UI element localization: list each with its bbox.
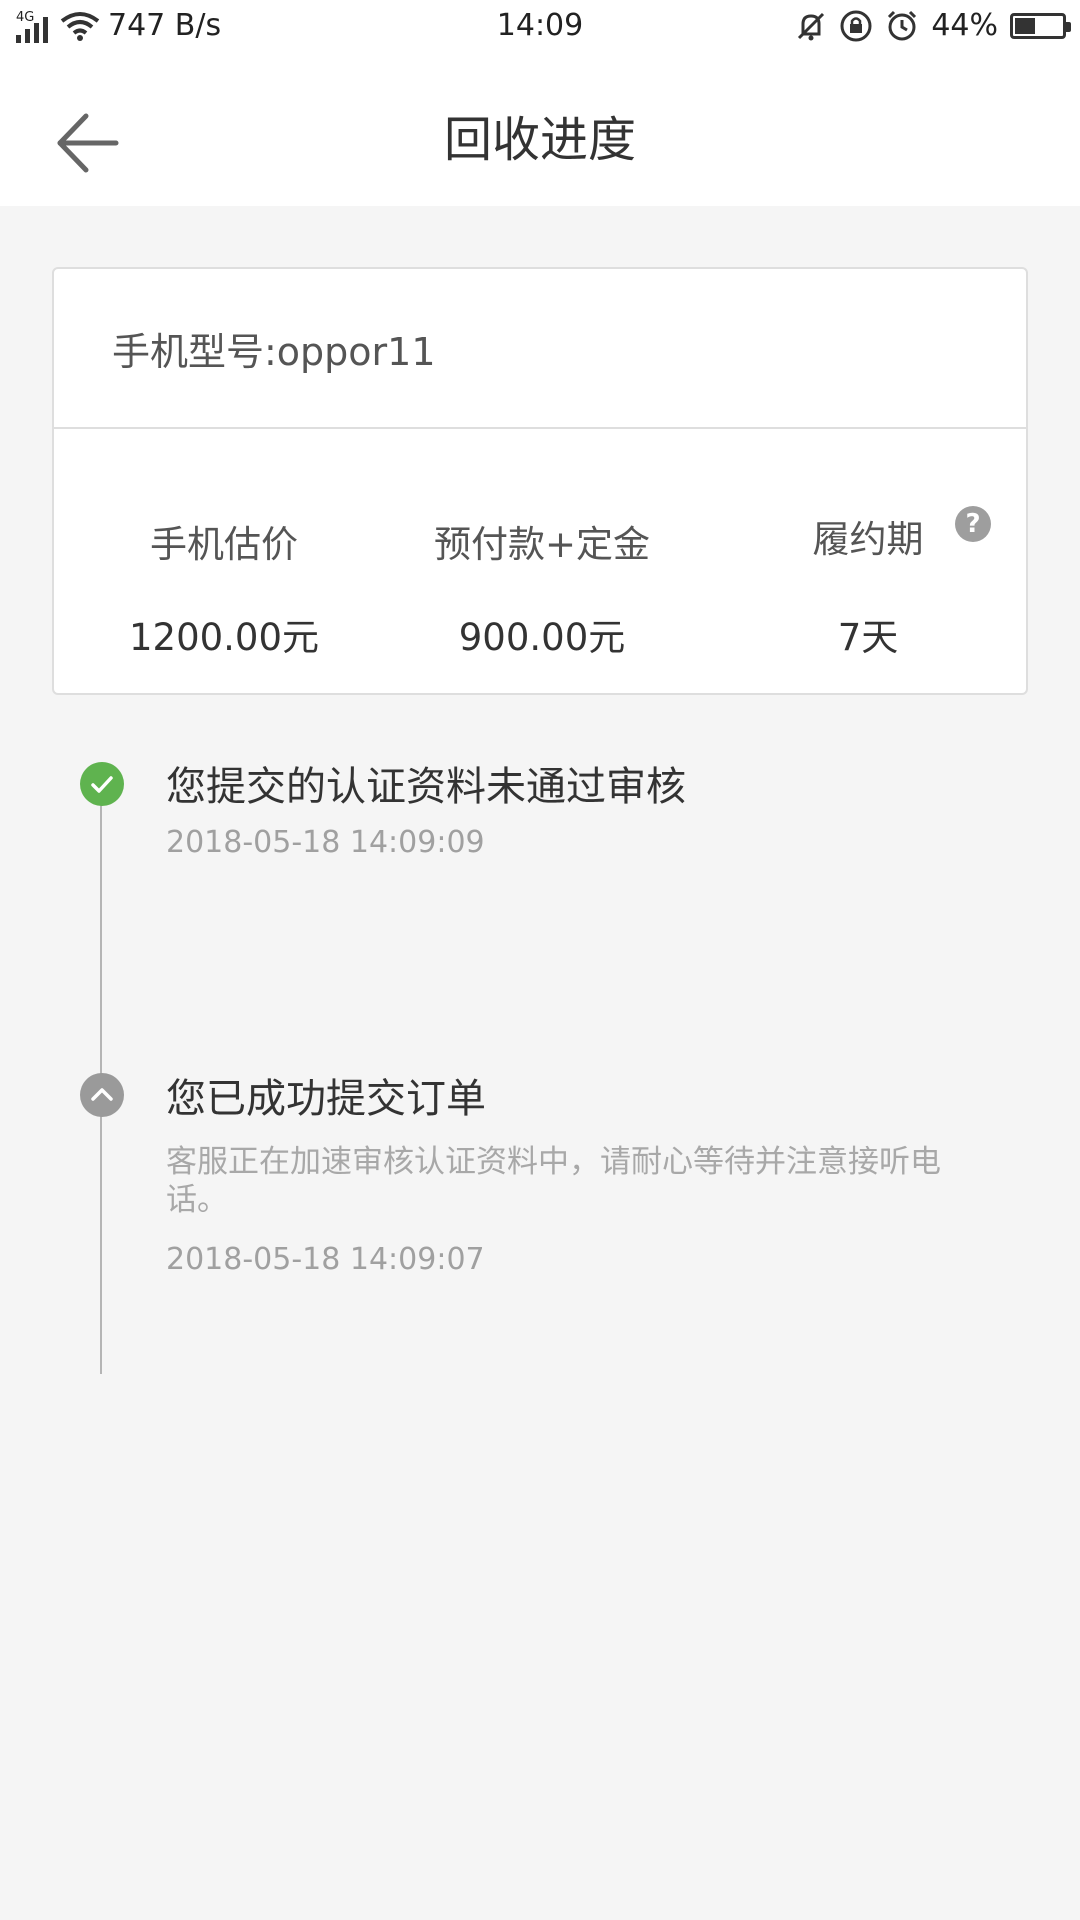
status-bar: 4G 747 B/s 14:09 44% [0,0,1080,56]
summary-card: 手机型号:oppor11 手机估价 1200.00元 预付款+定金 900.00… [52,267,1028,695]
nav-bar: 回收进度 [0,56,1080,206]
battery-level [1015,17,1035,34]
timeline-title: 您已成功提交订单 [166,1076,486,1122]
timeline-time: 2018-05-18 14:09:09 [166,825,485,860]
stat-value: 1200.00元 [128,616,319,659]
status-dot-collapse[interactable] [80,1073,124,1117]
stat-label: 预付款+定金 [433,523,650,566]
status-dot-success [80,762,124,806]
timeline-time: 2018-05-18 14:09:07 [166,1242,485,1277]
timeline-title: 您提交的认证资料未通过审核 [166,764,686,810]
battery-percent: 44% [931,8,998,43]
bell-muted-icon [798,12,825,40]
page-title: 回收进度 [443,112,636,168]
stats-row: 手机估价 1200.00元 预付款+定金 900.00元 履约期 7天 ? [54,429,1026,695]
chevron-up-icon [91,1088,113,1101]
alarm-icon [888,10,917,40]
status-right: 44% [795,8,1071,43]
stat-label: 手机估价 [150,523,298,566]
check-icon [91,776,113,793]
rotation-lock-icon [840,10,872,41]
stat-value: 900.00元 [458,616,626,659]
timeline-description: 客服正在加速审核认证资料中，请耐心等待并注意接听电话。 [166,1144,941,1218]
phone-model: 手机型号:oppor11 [54,269,1026,429]
stat-value: 7天 [837,616,899,659]
battery-icon [1010,12,1071,39]
help-icon[interactable]: ? [955,506,991,542]
